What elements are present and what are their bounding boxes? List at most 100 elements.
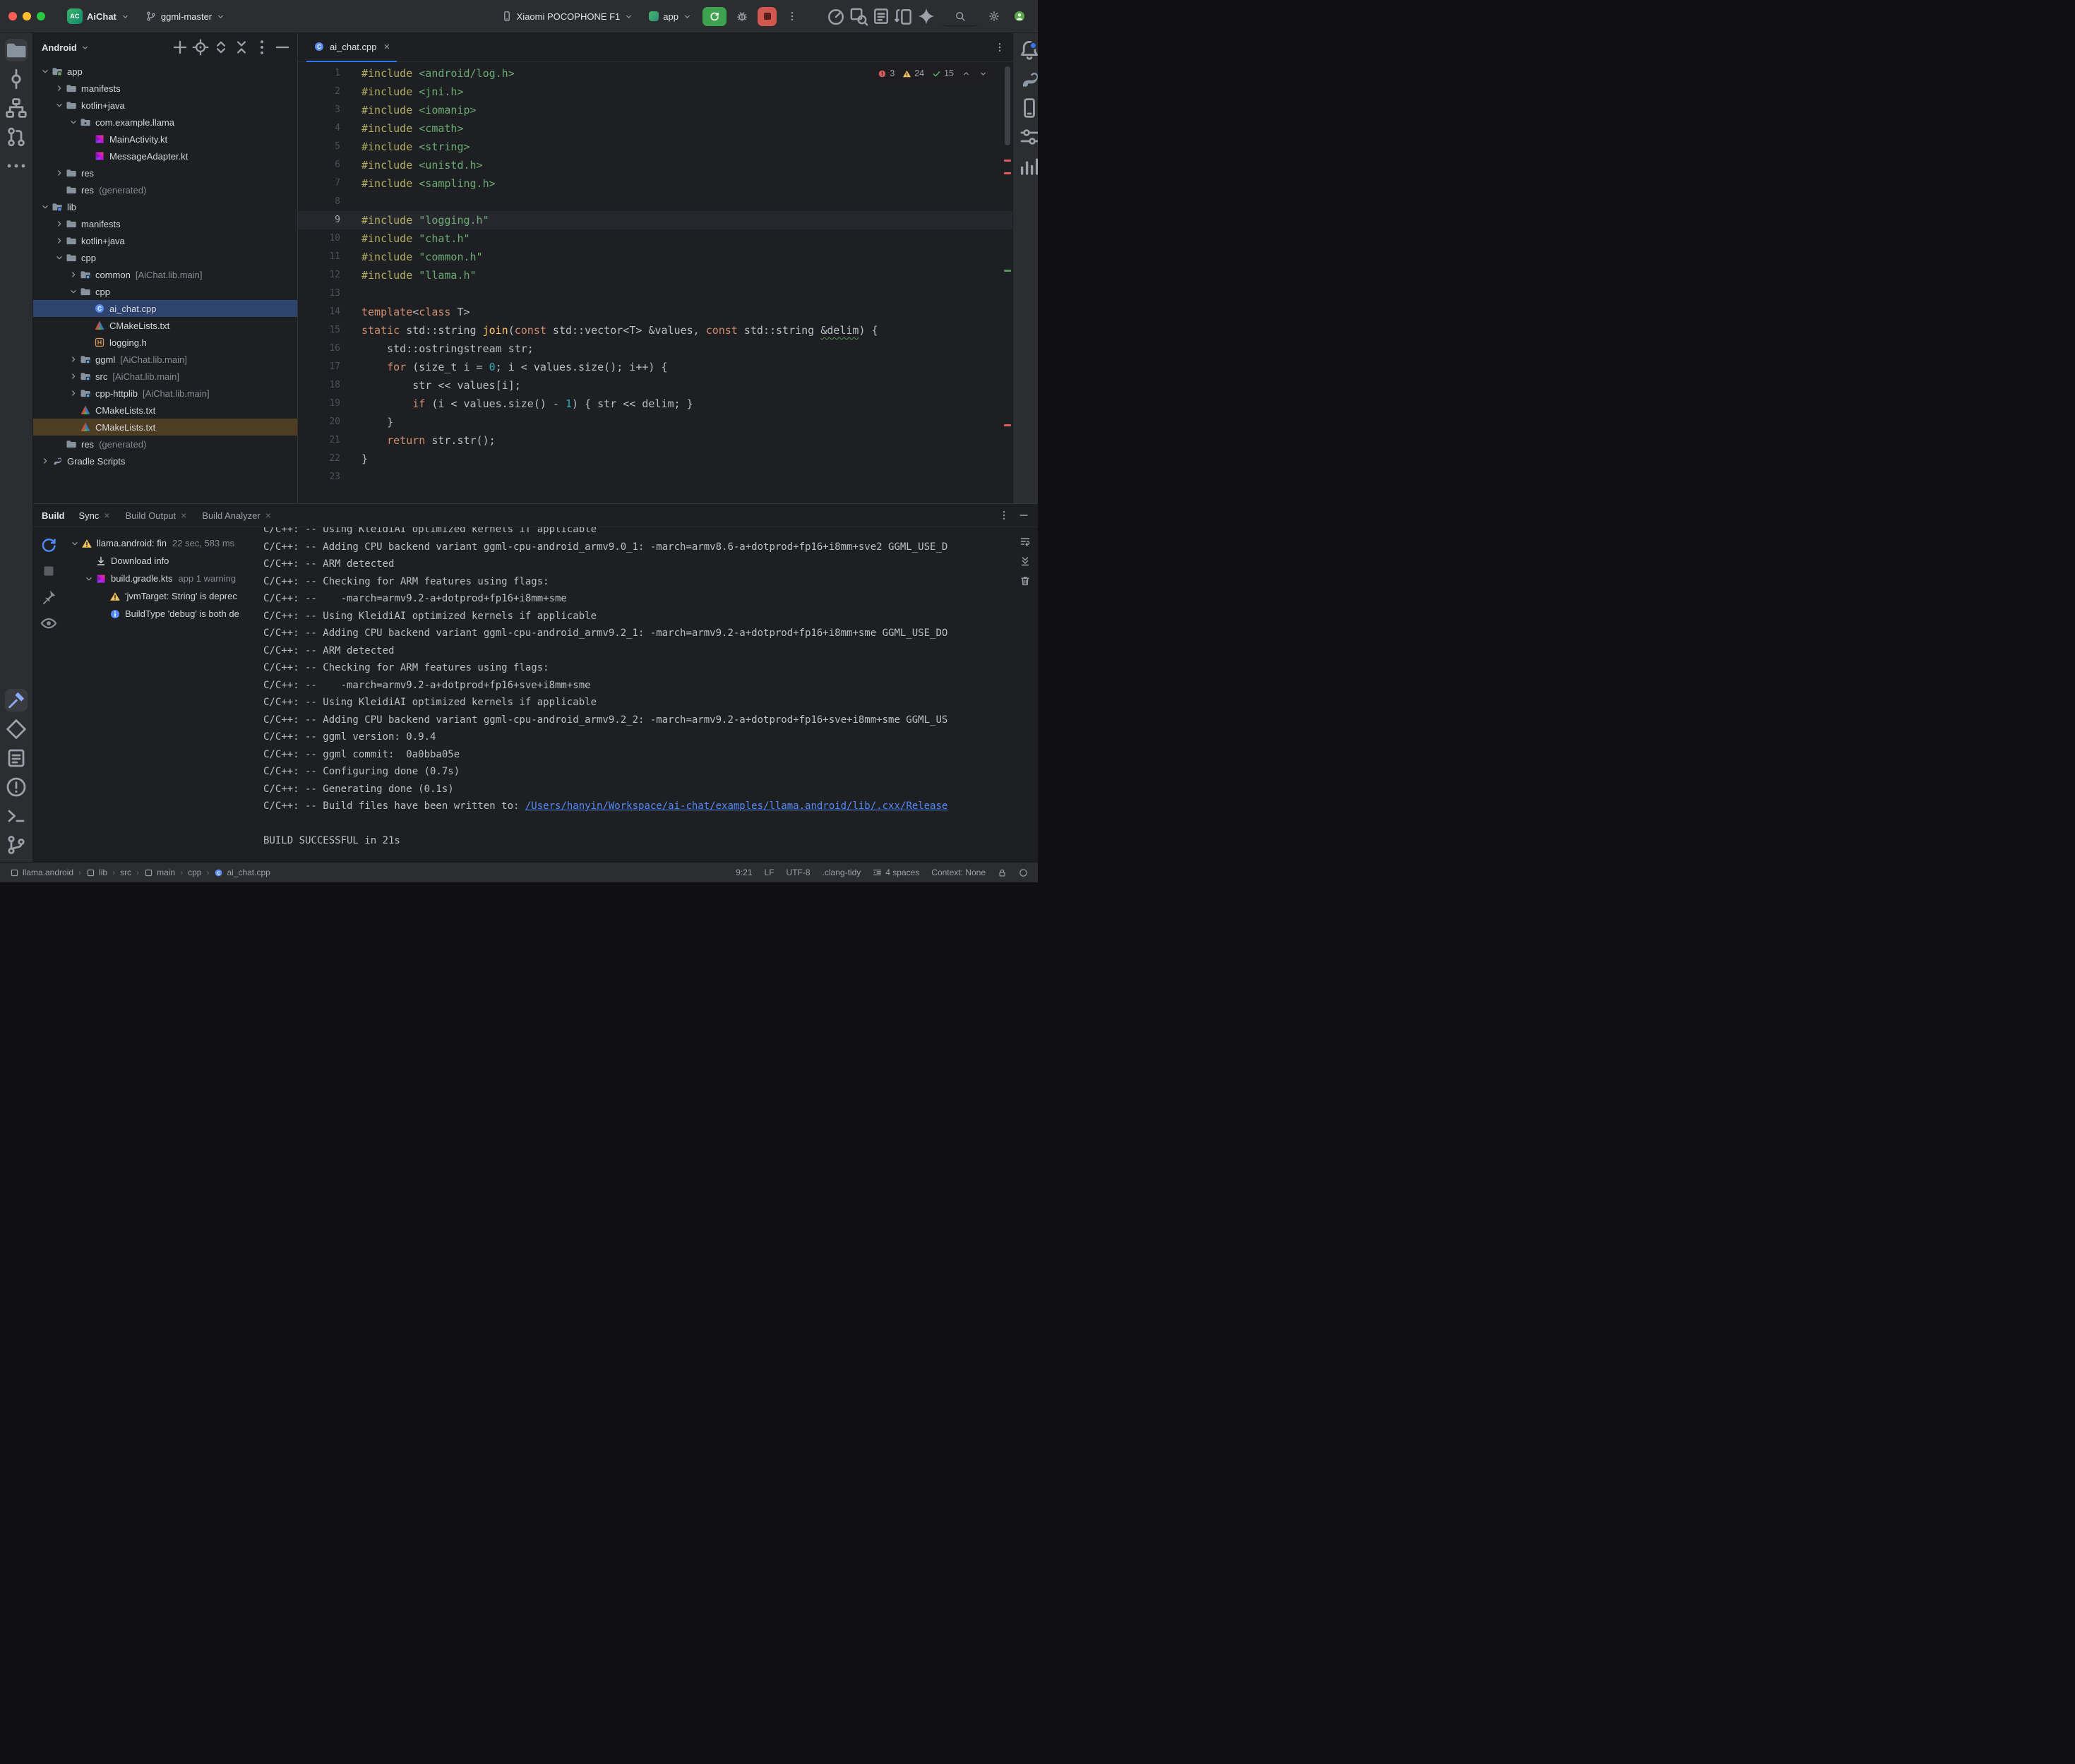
build-tree-item[interactable]: Download info bbox=[64, 552, 262, 570]
scroll-to-end-icon[interactable] bbox=[1019, 556, 1031, 567]
stripe-mark-2[interactable] bbox=[1004, 172, 1011, 174]
chevron-right-icon[interactable] bbox=[53, 236, 66, 246]
previous-problem-icon[interactable] bbox=[962, 69, 971, 78]
tree-item-cmakelists-txt[interactable]: CMakeLists.txt bbox=[33, 402, 297, 419]
code-line-4[interactable]: 4#include <cmath> bbox=[298, 119, 1012, 138]
settings-button[interactable] bbox=[984, 7, 1004, 26]
project-tool-icon[interactable] bbox=[5, 39, 28, 61]
run-configuration-selector[interactable]: app bbox=[644, 8, 697, 25]
breadcrumb-main[interactable]: main bbox=[144, 868, 175, 877]
device-mirroring-icon[interactable] bbox=[894, 7, 914, 26]
chevron-right-icon[interactable] bbox=[67, 388, 80, 398]
tree-item-cmakelists-txt[interactable]: CMakeLists.txt bbox=[33, 419, 297, 436]
code-line-17[interactable]: 17 for (size_t i = 0; i < values.size();… bbox=[298, 358, 1012, 376]
build-tree-item[interactable]: llama.android: fin22 sec, 583 ms bbox=[64, 534, 262, 552]
debug-button[interactable] bbox=[732, 7, 752, 26]
breadcrumb-ai-chat-cpp[interactable]: Cai_chat.cpp bbox=[214, 868, 270, 877]
indent-config[interactable]: 4 spaces bbox=[873, 868, 919, 877]
tree-item-mainactivity-kt[interactable]: MainActivity.kt bbox=[33, 131, 297, 148]
breadcrumb-cpp[interactable]: cpp bbox=[188, 868, 201, 877]
code-line-19[interactable]: 19 if (i < values.size() - 1) { str << d… bbox=[298, 395, 1012, 413]
code-line-23[interactable]: 23 bbox=[298, 468, 1012, 486]
tree-item-lib[interactable]: lib bbox=[33, 198, 297, 215]
breadcrumb-llama-android[interactable]: llama.android bbox=[10, 868, 73, 877]
account-avatar[interactable] bbox=[1010, 7, 1029, 26]
build-tab-build-analyzer[interactable]: Build Analyzer× bbox=[202, 510, 271, 521]
search-everywhere-button[interactable] bbox=[942, 6, 979, 26]
build-tree-item[interactable]: BuildType 'debug' is both de bbox=[64, 605, 262, 623]
close-tab-icon[interactable]: × bbox=[384, 42, 390, 52]
tree-item-messageadapter-kt[interactable]: MessageAdapter.kt bbox=[33, 148, 297, 164]
version-control-tool-icon[interactable] bbox=[5, 834, 28, 856]
expand-all-icon[interactable] bbox=[212, 38, 230, 56]
profiler-icon[interactable] bbox=[826, 7, 846, 26]
close-tab-icon[interactable]: × bbox=[265, 510, 271, 520]
build-panel-title[interactable]: Build bbox=[42, 510, 65, 521]
stripe-mark-1[interactable] bbox=[1004, 160, 1011, 162]
caret-position[interactable]: 9:21 bbox=[736, 868, 752, 877]
tree-item-logging-h[interactable]: logging.h bbox=[33, 334, 297, 351]
chevron-down-icon[interactable] bbox=[39, 66, 52, 76]
tree-item-manifests[interactable]: manifests bbox=[33, 80, 297, 97]
code-line-20[interactable]: 20 } bbox=[298, 413, 1012, 431]
chevron-down-icon[interactable] bbox=[67, 287, 80, 296]
build-tool-icon[interactable] bbox=[5, 689, 28, 712]
code-line-2[interactable]: 2#include <jni.h> bbox=[298, 83, 1012, 101]
close-tab-icon[interactable]: × bbox=[181, 510, 186, 520]
chevron-right-icon[interactable] bbox=[53, 168, 66, 178]
chevron-right-icon[interactable] bbox=[39, 456, 52, 466]
logcat-icon[interactable] bbox=[871, 7, 891, 26]
inspections-widget[interactable]: 3 24 15 bbox=[873, 66, 993, 80]
editor-tab-ai-chat-cpp[interactable]: C ai_chat.cpp × bbox=[306, 33, 397, 62]
tree-item-ai-chat-cpp[interactable]: Cai_chat.cpp bbox=[33, 300, 297, 317]
chevron-right-icon[interactable] bbox=[67, 371, 80, 381]
code-line-18[interactable]: 18 str << values[i]; bbox=[298, 376, 1012, 395]
resync-icon[interactable] bbox=[40, 536, 58, 554]
tree-item-cpp-httplib[interactable]: cpp-httplib[AiChat.lib.main] bbox=[33, 385, 297, 402]
app-quality-insights-tool-icon[interactable] bbox=[1018, 155, 1038, 177]
build-tree-item[interactable]: build.gradle.ktsapp 1 warning bbox=[64, 570, 262, 587]
more-tools-icon[interactable] bbox=[5, 155, 28, 177]
tree-item-common[interactable]: common[AiChat.lib.main] bbox=[33, 266, 297, 283]
clear-console-icon[interactable] bbox=[1019, 575, 1031, 587]
build-more-options-icon[interactable] bbox=[998, 510, 1010, 521]
inspection-status-icon[interactable] bbox=[1019, 868, 1028, 877]
filter-messages-icon[interactable] bbox=[40, 614, 58, 632]
code-editor[interactable]: 1#include <android/log.h>2#include <jni.… bbox=[298, 62, 1012, 503]
line-separator[interactable]: LF bbox=[765, 868, 775, 877]
chevron-right-icon[interactable] bbox=[53, 219, 66, 229]
tree-item-res[interactable]: res(generated) bbox=[33, 181, 297, 198]
breadcrumb-lib[interactable]: lib bbox=[86, 868, 107, 877]
code-line-13[interactable]: 13 bbox=[298, 284, 1012, 303]
code-line-12[interactable]: 12#include "llama.h" bbox=[298, 266, 1012, 284]
commit-tool-icon[interactable] bbox=[5, 68, 28, 90]
tree-item-kotlin-java[interactable]: kotlin+java bbox=[33, 97, 297, 114]
chevron-down-icon[interactable] bbox=[80, 43, 90, 52]
tree-item-kotlin-java[interactable]: kotlin+java bbox=[33, 232, 297, 249]
clang-tidy-status[interactable]: .clang-tidy bbox=[823, 868, 861, 877]
code-line-6[interactable]: 6#include <unistd.h> bbox=[298, 156, 1012, 174]
build-tree-item[interactable]: 'jvmTarget: String' is deprec bbox=[64, 587, 262, 605]
zoom-window-button[interactable] bbox=[37, 12, 45, 20]
soft-wrap-icon[interactable] bbox=[1019, 536, 1031, 547]
tree-item-ggml[interactable]: ggml[AiChat.lib.main] bbox=[33, 351, 297, 368]
code-line-16[interactable]: 16 std::ostringstream str; bbox=[298, 340, 1012, 358]
logcat-tool-icon[interactable] bbox=[5, 747, 28, 769]
app-inspection-icon[interactable] bbox=[849, 7, 868, 26]
device-selector[interactable]: Xiaomi POCOPHONE F1 bbox=[496, 8, 639, 25]
run-button[interactable] bbox=[702, 7, 726, 26]
collapse-all-icon[interactable] bbox=[232, 38, 251, 56]
stripe-mark-3[interactable] bbox=[1004, 270, 1011, 272]
build-tab-sync[interactable]: Sync× bbox=[79, 510, 110, 521]
chevron-right-icon[interactable] bbox=[53, 83, 66, 93]
code-line-10[interactable]: 10#include "chat.h" bbox=[298, 229, 1012, 248]
code-line-3[interactable]: 3#include <iomanip> bbox=[298, 101, 1012, 119]
stripe-mark-4[interactable] bbox=[1004, 424, 1011, 426]
tree-item-manifests[interactable]: manifests bbox=[33, 215, 297, 232]
code-line-22[interactable]: 22} bbox=[298, 450, 1012, 468]
more-options-icon[interactable] bbox=[253, 38, 271, 56]
chevron-down-icon[interactable] bbox=[68, 539, 81, 548]
tree-item-cpp[interactable]: cpp bbox=[33, 249, 297, 266]
hide-panel-icon[interactable] bbox=[273, 38, 292, 56]
stop-button[interactable] bbox=[758, 7, 777, 26]
